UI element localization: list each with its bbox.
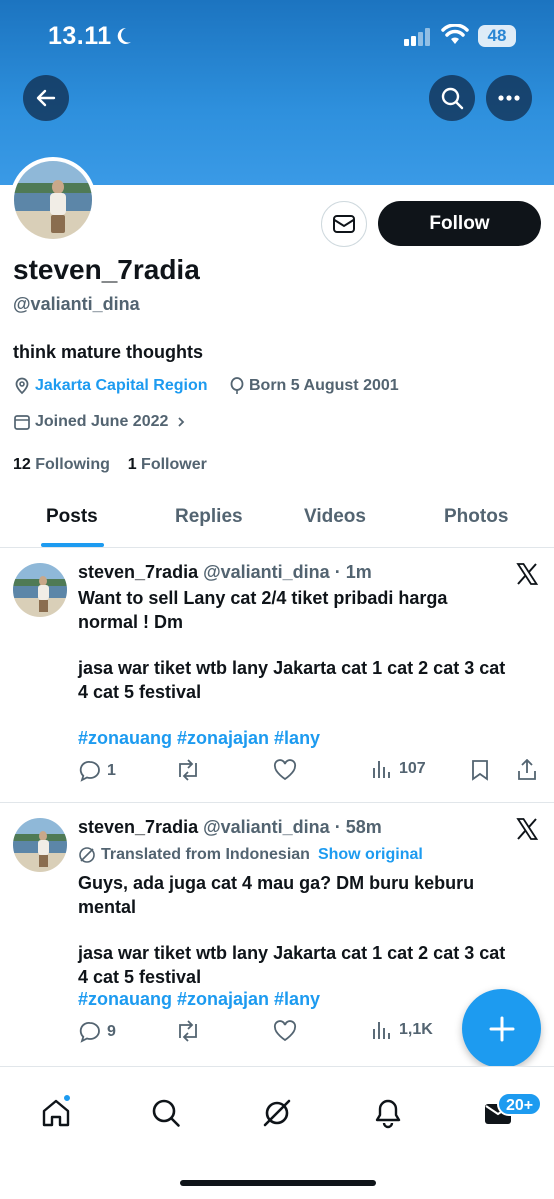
translate-icon: [79, 847, 95, 863]
plus-icon: [489, 1016, 514, 1041]
reply-icon: [79, 1022, 100, 1043]
search-button[interactable]: [429, 75, 475, 121]
repost-button[interactable]: [175, 1020, 201, 1042]
reply-icon: [79, 761, 100, 782]
followers-link[interactable]: 1 Follower: [128, 456, 207, 473]
following-link[interactable]: 12 Following: [13, 456, 110, 473]
post-author-name[interactable]: steven_7radia: [78, 562, 198, 582]
like-button[interactable]: [273, 1020, 297, 1042]
post-time: · 58m: [334, 817, 382, 837]
message-button[interactable]: [321, 201, 367, 247]
grok-icon[interactable]: [261, 1097, 293, 1129]
post-hashtags[interactable]: #zonauang #zonajajan #lany: [78, 728, 320, 749]
profile-tabs: Posts Replies Videos Photos: [0, 490, 554, 548]
post-text: Guys, ada juga cat 4 mau ga? DM buru keb…: [78, 873, 506, 987]
post-author-handle: @valianti_dina: [203, 562, 330, 582]
arrow-left-icon: [36, 89, 56, 107]
reply-button[interactable]: 1: [78, 759, 116, 783]
repost-icon: [179, 1020, 197, 1042]
balloon-icon: [230, 377, 244, 394]
home-indicator: [180, 1180, 376, 1186]
search-icon[interactable]: [150, 1097, 182, 1129]
tab-photos[interactable]: Photos: [444, 506, 508, 528]
views-button[interactable]: 1,1K: [372, 1020, 433, 1040]
x-logo-icon[interactable]: [515, 817, 539, 841]
status-time: 13.11: [48, 22, 112, 50]
bar-chart-icon: [373, 761, 390, 778]
messages-badge: 20+: [497, 1092, 543, 1116]
chevron-right-icon: [178, 417, 185, 427]
back-button[interactable]: [23, 75, 69, 121]
tab-replies[interactable]: Replies: [175, 506, 243, 528]
post-text: Want to sell Lany cat 2/4 tiket pribadi …: [78, 588, 506, 702]
share-icon: [518, 759, 536, 780]
battery-indicator: 48: [478, 25, 516, 47]
post-avatar[interactable]: [13, 563, 67, 617]
reply-button[interactable]: 9: [78, 1020, 116, 1044]
wifi-icon: [441, 24, 469, 44]
home-notification-dot: [62, 1093, 72, 1103]
post-header: steven_7radia @valianti_dina · 1m: [78, 562, 372, 583]
post-hashtags[interactable]: #zonauang #zonajajan #lany: [78, 989, 320, 1010]
post-actions: 1 107: [0, 759, 554, 789]
location-pin-icon: [15, 377, 29, 395]
profile-display-name: steven_7radia: [13, 254, 200, 285]
status-bar: 13.11 48: [0, 0, 554, 72]
active-tab-indicator: [41, 543, 104, 547]
joined-text: Joined June 2022: [35, 413, 169, 430]
profile-bio: think mature thoughts: [13, 342, 203, 362]
compose-button[interactable]: [462, 989, 541, 1068]
share-button[interactable]: [516, 759, 538, 781]
follow-button[interactable]: Follow: [378, 201, 541, 246]
profile-avatar[interactable]: [10, 157, 96, 243]
bookmark-icon: [472, 760, 488, 781]
post-divider: [0, 802, 554, 803]
bar-chart-icon: [373, 1022, 390, 1039]
profile-joined[interactable]: Joined June 2022: [13, 413, 192, 431]
location-link[interactable]: Jakarta Capital Region: [35, 377, 208, 395]
envelope-icon: [333, 215, 355, 233]
bookmark-button[interactable]: [470, 759, 490, 781]
heart-icon: [273, 1020, 297, 1042]
post-avatar[interactable]: [13, 818, 67, 872]
cellular-signal-icon: [404, 28, 430, 46]
tab-posts[interactable]: Posts: [46, 506, 98, 528]
post-time: · 1m: [334, 562, 372, 582]
repost-icon: [179, 759, 197, 781]
profile-location: Jakarta Capital Region: [13, 377, 208, 395]
translation-notice: Translated from Indonesian Show original: [78, 846, 423, 864]
repost-button[interactable]: [175, 759, 201, 781]
post-author-handle: @valianti_dina: [203, 817, 330, 837]
follow-stats: 12 Following 1 Follower: [13, 456, 207, 474]
show-original-link[interactable]: Show original: [318, 846, 423, 864]
birthday-text: Born 5 August 2001: [249, 377, 399, 394]
post-header: steven_7radia @valianti_dina · 58m: [78, 817, 382, 838]
like-button[interactable]: [273, 759, 297, 781]
profile-handle: @valianti_dina: [13, 294, 140, 314]
moon-icon: [117, 27, 131, 44]
profile-birthday: Born 5 August 2001: [229, 377, 399, 395]
post-author-name[interactable]: steven_7radia: [78, 817, 198, 837]
more-horizontal-icon: [498, 95, 520, 101]
views-button[interactable]: 107: [372, 759, 426, 779]
heart-icon: [273, 759, 297, 781]
calendar-icon: [14, 415, 30, 430]
tab-videos[interactable]: Videos: [304, 506, 366, 528]
search-icon: [441, 87, 464, 110]
more-options-button[interactable]: [486, 75, 532, 121]
x-logo-icon[interactable]: [515, 562, 539, 586]
bell-icon[interactable]: [372, 1097, 404, 1129]
